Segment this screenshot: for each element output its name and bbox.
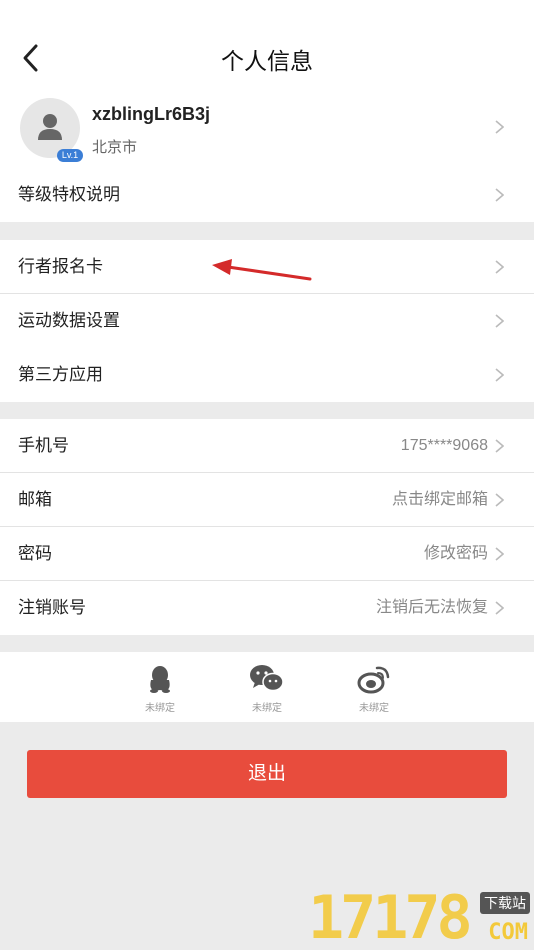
weibo-icon	[357, 666, 390, 694]
logout-button[interactable]: 退出	[27, 750, 507, 798]
row-email[interactable]: 邮箱 点击绑定邮箱	[0, 473, 534, 527]
chevron-right-icon	[495, 368, 504, 382]
watermark-logo: 17178 下载站 COM	[308, 886, 534, 950]
username: xzblingLr6B3j	[92, 104, 211, 124]
qq-icon	[150, 666, 170, 693]
user-placeholder-icon	[38, 114, 62, 140]
row-label: 注销账号	[18, 598, 86, 617]
avatar[interactable]: Lv.1	[20, 98, 83, 162]
row-level-privileges[interactable]: 等级特权说明	[0, 168, 534, 222]
chevron-right-icon	[495, 547, 504, 561]
annotation-arrow-icon	[212, 259, 312, 281]
row-label: 手机号	[18, 436, 69, 455]
qq-status: 未绑定	[145, 703, 175, 714]
chevron-right-icon	[495, 439, 504, 453]
page-title: 个人信息	[221, 48, 313, 74]
row-label: 运动数据设置	[18, 311, 120, 330]
row-password[interactable]: 密码 修改密码	[0, 527, 534, 581]
watermark-digits: 17178	[308, 883, 473, 950]
chevron-right-icon	[495, 188, 504, 202]
row-third-party[interactable]: 第三方应用	[0, 348, 534, 402]
row-sport-data[interactable]: 运动数据设置	[0, 294, 534, 348]
profile-row[interactable]: Lv.1 xzblingLr6B3j 北京市	[0, 98, 534, 168]
row-label: 邮箱	[18, 490, 52, 509]
weibo-binding[interactable]: 未绑定	[344, 658, 404, 718]
qq-binding[interactable]: 未绑定	[130, 658, 190, 718]
header: 个人信息	[0, 0, 534, 98]
row-phone[interactable]: 手机号 175****9068	[0, 419, 534, 473]
user-city: 北京市	[92, 139, 138, 156]
row-label: 第三方应用	[18, 365, 103, 384]
level-badge: Lv.1	[57, 149, 83, 162]
row-label: 等级特权说明	[18, 185, 120, 204]
deactivate-value: 注销后无法恢复	[375, 599, 488, 616]
password-value: 修改密码	[423, 545, 488, 562]
chevron-right-icon	[495, 120, 504, 134]
email-value: 点击绑定邮箱	[391, 491, 488, 508]
wechat-icon	[250, 665, 284, 692]
wechat-status: 未绑定	[252, 703, 282, 714]
wechat-binding[interactable]: 未绑定	[237, 658, 297, 718]
watermark-tag: 下载站	[480, 892, 530, 914]
row-deactivate[interactable]: 注销账号 注销后无法恢复	[0, 581, 534, 635]
chevron-right-icon	[495, 601, 504, 615]
phone-value: 175****9068	[400, 437, 488, 454]
row-label: 密码	[18, 544, 52, 563]
chevron-right-icon	[495, 260, 504, 274]
weibo-status: 未绑定	[359, 703, 389, 714]
chevron-right-icon	[495, 493, 504, 507]
row-label: 行者报名卡	[18, 257, 103, 276]
watermark-suffix: COM	[488, 920, 528, 945]
social-bindings: 未绑定 未绑定 未绑定	[0, 652, 534, 722]
chevron-right-icon	[495, 314, 504, 328]
